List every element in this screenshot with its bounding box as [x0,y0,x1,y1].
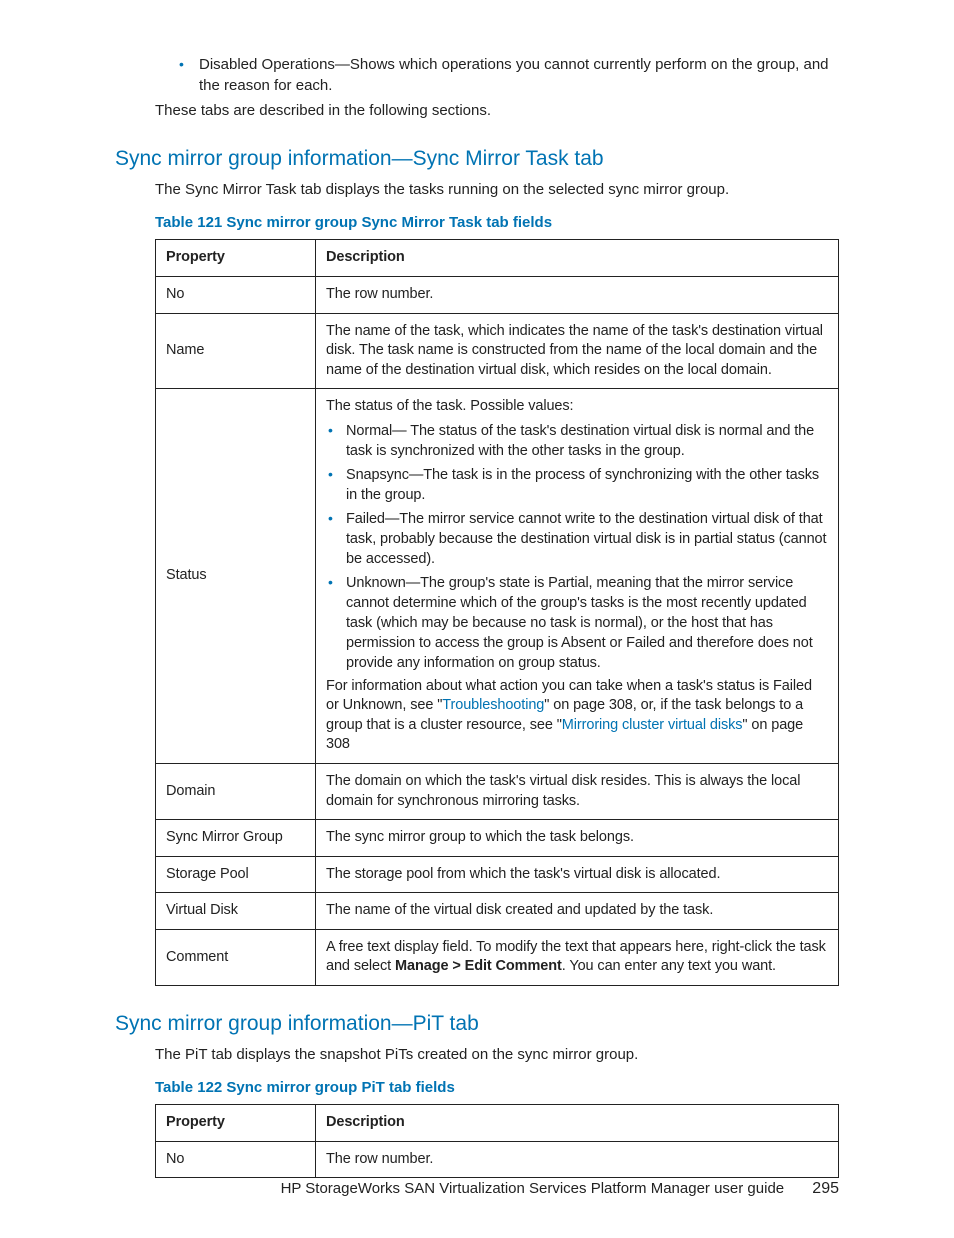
cell-desc: The domain on which the task's virtual d… [316,764,839,820]
table-row: No The row number. [156,276,839,313]
page-footer: HP StorageWorks SAN Virtualization Servi… [0,1180,839,1198]
th-description: Description [316,240,839,277]
status-bullet: Unknown—The group's state is Partial, me… [326,573,828,673]
footer-text: HP StorageWorks SAN Virtualization Servi… [281,1180,785,1197]
intro-bullet-item: Disabled Operations—Shows which operatio… [185,55,839,96]
table121-caption: Table 121 Sync mirror group Sync Mirror … [155,214,839,231]
section2-heading: Sync mirror group information—PiT tab [115,1012,839,1036]
cell-desc: The status of the task. Possible values:… [316,389,839,764]
cell-prop: Sync Mirror Group [156,820,316,857]
status-bullets: Normal— The status of the task's destina… [326,421,828,673]
cell-desc: The row number. [316,276,839,313]
link-mirroring-cluster[interactable]: Mirroring cluster virtual disks [562,717,743,733]
table-row: Sync Mirror Group The sync mirror group … [156,820,839,857]
th-property: Property [156,240,316,277]
status-lead: The status of the task. Possible values: [326,397,828,417]
table-header-row: Property Description [156,1104,839,1141]
cell-prop: Status [156,389,316,764]
status-bullet: Normal— The status of the task's destina… [326,421,828,461]
status-tail: For information about what action you ca… [326,677,828,755]
table-row: Status The status of the task. Possible … [156,389,839,764]
section1-heading: Sync mirror group information—Sync Mirro… [115,147,839,171]
th-property: Property [156,1104,316,1141]
cell-prop: Virtual Disk [156,893,316,930]
section1-block: The Sync Mirror Task tab displays the ta… [115,179,839,986]
cell-desc: The name of the virtual disk created and… [316,893,839,930]
cell-prop: Name [156,313,316,389]
table-row: Name The name of the task, which indicat… [156,313,839,389]
table121: Property Description No The row number. … [155,239,839,986]
page: Disabled Operations—Shows which operatio… [0,0,954,1238]
cell-prop: No [156,276,316,313]
comment-b: . You can enter any text you want. [562,958,776,974]
intro-after-text: These tabs are described in the followin… [155,100,839,121]
cell-desc: The row number. [316,1141,839,1178]
page-number: 295 [812,1180,839,1198]
th-description: Description [316,1104,839,1141]
table122: Property Description No The row number. [155,1104,839,1178]
cell-desc: A free text display field. To modify the… [316,929,839,985]
cell-desc: The sync mirror group to which the task … [316,820,839,857]
comment-bold: Manage > Edit Comment [395,958,562,974]
table-header-row: Property Description [156,240,839,277]
table-row: Domain The domain on which the task's vi… [156,764,839,820]
intro-bullets: Disabled Operations—Shows which operatio… [155,55,839,96]
table-row: Virtual Disk The name of the virtual dis… [156,893,839,930]
cell-prop: No [156,1141,316,1178]
intro-block: Disabled Operations—Shows which operatio… [115,55,839,121]
status-bullet: Snapsync—The task is in the process of s… [326,465,828,505]
section1-lead: The Sync Mirror Task tab displays the ta… [155,179,839,200]
cell-prop: Domain [156,764,316,820]
table-row: Storage Pool The storage pool from which… [156,856,839,893]
cell-prop: Storage Pool [156,856,316,893]
section2-block: The PiT tab displays the snapshot PiTs c… [115,1044,839,1178]
table-row: No The row number. [156,1141,839,1178]
link-troubleshooting[interactable]: Troubleshooting [442,697,544,713]
cell-prop: Comment [156,929,316,985]
intro-bullet-text: Disabled Operations—Shows which operatio… [199,56,829,94]
status-bullet: Failed—The mirror service cannot write t… [326,509,828,569]
section2-lead: The PiT tab displays the snapshot PiTs c… [155,1044,839,1065]
cell-desc: The name of the task, which indicates th… [316,313,839,389]
table122-caption: Table 122 Sync mirror group PiT tab fiel… [155,1079,839,1096]
table-row: Comment A free text display field. To mo… [156,929,839,985]
cell-desc: The storage pool from which the task's v… [316,856,839,893]
